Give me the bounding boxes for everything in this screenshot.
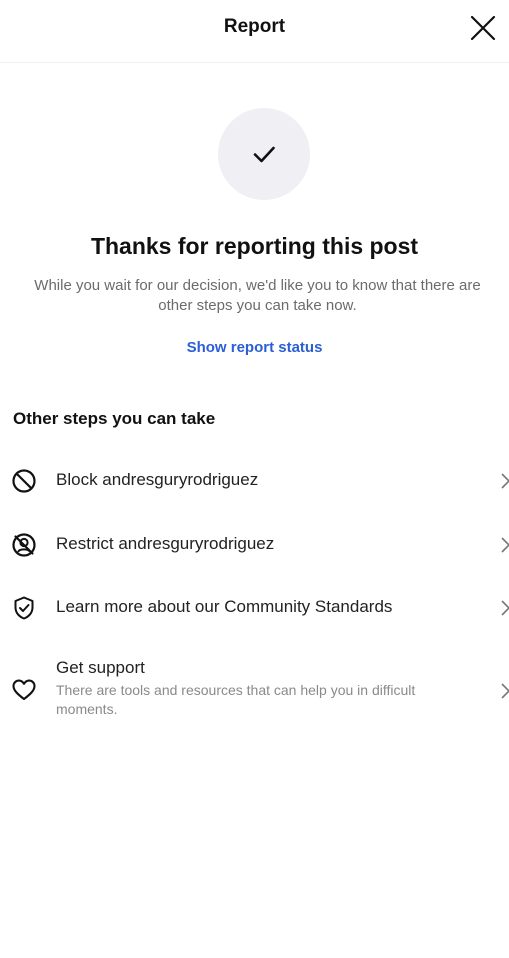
restrict-icon [11,532,37,558]
header: Report [0,0,509,63]
restrict-user-row[interactable]: Restrict andresguryrodriguez [0,520,509,570]
block-icon [11,468,37,494]
block-user-row[interactable]: Block andresguryrodriguez [0,456,509,506]
confirmation-badge [218,108,310,200]
confirmation-title: Thanks for reporting this post [90,233,419,259]
community-standards-label: Learn more about our Community Standards [56,597,393,616]
community-standards-row[interactable]: Learn more about our Community Standards [0,583,509,633]
other-steps-heading: Other steps you can take [13,409,216,428]
chevron-right-icon [499,472,509,490]
close-icon [470,15,496,41]
chevron-right-icon [499,599,509,617]
restrict-user-label: Restrict andresguryrodriguez [56,534,275,553]
get-support-description: There are tools and resources that can h… [56,682,416,717]
checkmark-icon [253,146,275,163]
close-button[interactable] [467,12,499,44]
heart-icon [11,677,37,703]
get-support-row[interactable]: Get support There are tools and resource… [0,650,509,730]
show-report-status-link[interactable]: Show report status [0,339,509,356]
header-title: Report [223,16,286,37]
get-support-label: Get support [56,658,145,677]
chevron-right-icon [499,682,509,700]
shield-check-icon [11,595,37,621]
chevron-right-icon [499,536,509,554]
block-user-label: Block andresguryrodriguez [56,470,259,489]
confirmation-description: While you wait for our decision, we'd li… [34,277,481,314]
